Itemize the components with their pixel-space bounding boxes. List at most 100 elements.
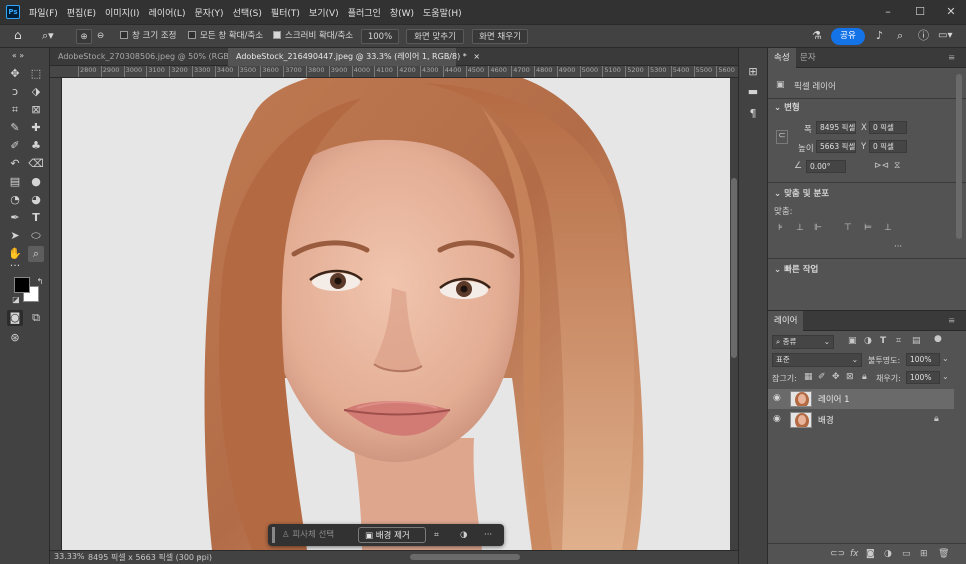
add-mask-icon[interactable]: ◙ bbox=[866, 549, 875, 559]
filter-shape-icon[interactable]: ⌗ bbox=[896, 336, 901, 346]
menu-help[interactable]: 도움말(H) bbox=[423, 6, 462, 19]
clone-stamp-tool-icon[interactable]: ♣ bbox=[28, 138, 44, 154]
align-section-toggle[interactable]: ⌄ 맞춤 및 분포 bbox=[774, 187, 829, 199]
adjustment-icon[interactable]: ◑ bbox=[460, 527, 467, 543]
comments-panel-icon[interactable]: ▬ bbox=[745, 84, 761, 100]
tab-document-1[interactable]: AdobeStock_270308506.jpeg @ 50% (RGB/8) … bbox=[50, 48, 253, 66]
collapse-toolbar-icon[interactable]: « » bbox=[10, 48, 26, 64]
status-menu-arrow[interactable]: › bbox=[198, 552, 201, 561]
filter-smart-object-icon[interactable]: ▤ bbox=[912, 336, 921, 346]
zoom-tool-icon[interactable]: ⌕ bbox=[28, 246, 44, 262]
search-icon[interactable]: ⌕ bbox=[897, 28, 903, 43]
lock-image-icon[interactable]: ✐ bbox=[818, 372, 826, 382]
height-field[interactable]: 5663 픽셀 bbox=[816, 140, 856, 153]
close-button[interactable]: ✕ bbox=[942, 3, 960, 21]
help-icon[interactable]: ⓘ bbox=[918, 28, 929, 43]
lock-artboard-icon[interactable]: ⊠ bbox=[846, 372, 854, 382]
type-tool-icon[interactable]: T bbox=[28, 210, 44, 226]
align-top-icon[interactable]: ⊤ bbox=[844, 223, 852, 233]
lock-transparent-icon[interactable]: ▦ bbox=[804, 372, 813, 382]
menu-image[interactable]: 이미지(I) bbox=[105, 6, 140, 19]
filter-adjustment-icon[interactable]: ◑ bbox=[864, 336, 872, 346]
align-bottom-icon[interactable]: ⊥ bbox=[884, 223, 892, 233]
layer-name[interactable]: 레이어 1 bbox=[818, 393, 850, 405]
vertical-scrollbar-thumb[interactable] bbox=[731, 178, 737, 358]
align-left-icon[interactable]: ⊧ bbox=[778, 223, 783, 233]
zoom-level[interactable]: 33.33% bbox=[54, 552, 85, 561]
flask-icon[interactable]: ⚗ bbox=[812, 28, 822, 43]
opacity-field[interactable]: 100% bbox=[906, 353, 940, 366]
align-right-icon[interactable]: ⊩ bbox=[814, 223, 822, 233]
maximize-button[interactable]: ☐ bbox=[911, 3, 929, 21]
eye-icon[interactable]: ◉ bbox=[773, 414, 781, 424]
workspace-icon[interactable]: ▭▾ bbox=[938, 28, 952, 43]
filter-type-icon[interactable]: T bbox=[880, 336, 886, 346]
path-selection-tool-icon[interactable]: ➤ bbox=[7, 228, 23, 244]
close-icon[interactable]: × bbox=[473, 52, 480, 61]
move-tool-icon[interactable]: ✥ bbox=[7, 66, 23, 82]
select-subject-button[interactable]: ♙ 피사체 선택 bbox=[282, 527, 334, 543]
more-align-options[interactable]: ··· bbox=[894, 242, 902, 252]
edit-toolbar-icon[interactable]: ··· bbox=[7, 258, 23, 274]
layer-row-background[interactable]: ◉ 배경 🔒︎ bbox=[768, 410, 954, 430]
brush-tool-icon[interactable]: ✐ bbox=[7, 138, 23, 154]
more-options-button[interactable]: ··· bbox=[484, 527, 492, 543]
menu-window[interactable]: 창(W) bbox=[390, 6, 414, 19]
swap-colors-icon[interactable]: ↰ bbox=[32, 274, 48, 290]
crop-task-icon[interactable]: ⌗ bbox=[434, 527, 439, 543]
flip-vertical-icon[interactable]: ⧖ bbox=[894, 161, 900, 171]
layer-row-layer-1[interactable]: ◉ 레이어 1 bbox=[768, 389, 954, 409]
crop-tool-icon[interactable]: ⌗ bbox=[7, 102, 23, 118]
zoom-all-windows-checkbox[interactable]: 모든 창 확대/축소 bbox=[188, 29, 263, 44]
panel-menu-icon[interactable]: ≡ bbox=[948, 48, 955, 68]
new-layer-icon[interactable]: ⊞ bbox=[920, 549, 928, 559]
fill-field[interactable]: 100% bbox=[906, 371, 940, 384]
horizontal-ruler[interactable]: 2800 2900 3000 3100 3200 3300 3400 3500 3600 3700… bbox=[50, 66, 738, 78]
chevron-down-icon[interactable]: ⌄ bbox=[942, 372, 949, 381]
menu-view[interactable]: 보기(V) bbox=[309, 6, 339, 19]
home-icon[interactable]: ⌂ bbox=[14, 28, 22, 43]
new-adjustment-icon[interactable]: ◑ bbox=[884, 549, 892, 559]
zoom-tool-preset-icon[interactable]: ⌕▾ bbox=[42, 28, 54, 43]
transform-section-toggle[interactable]: ⌄ 변형 bbox=[774, 101, 800, 113]
tab-character[interactable]: 문자 bbox=[794, 48, 822, 68]
paragraph-panel-icon[interactable]: ¶ bbox=[745, 106, 761, 122]
ellipse-tool-icon[interactable]: ⬭ bbox=[28, 228, 44, 244]
menu-edit[interactable]: 편집(E) bbox=[67, 6, 96, 19]
lasso-tool-icon[interactable]: ↄ bbox=[7, 84, 23, 100]
vertical-ruler[interactable] bbox=[50, 78, 62, 550]
gradient-tool-icon[interactable]: ▤ bbox=[7, 174, 23, 190]
menu-select[interactable]: 선택(S) bbox=[233, 6, 262, 19]
bell-icon[interactable]: ♪ bbox=[876, 28, 883, 43]
content-credentials-icon[interactable]: ⊛ bbox=[7, 330, 23, 346]
quick-actions-toggle[interactable]: ⌄ 빠른 작업 bbox=[774, 263, 818, 275]
tab-document-2[interactable]: AdobeStock_216490447.jpeg @ 33.3% (레이어 1… bbox=[228, 48, 480, 66]
remove-background-button[interactable]: ▣ 배경 제거 bbox=[358, 527, 426, 543]
dodge-tool-icon[interactable]: ◔ bbox=[7, 192, 23, 208]
link-layers-icon[interactable]: ⊂⊃ bbox=[830, 549, 845, 559]
menu-file[interactable]: 파일(F) bbox=[29, 6, 58, 19]
x-field[interactable]: 0 픽셀 bbox=[869, 121, 907, 134]
link-icon[interactable]: ⊂ bbox=[776, 130, 788, 144]
task-bar-handle[interactable] bbox=[272, 527, 275, 543]
tab-layers[interactable]: 레이어 bbox=[768, 311, 804, 331]
object-selection-tool-icon[interactable]: ⬗ bbox=[28, 84, 44, 100]
fill-screen-button[interactable]: 화면 채우기 bbox=[472, 29, 528, 44]
width-field[interactable]: 8495 픽셀 bbox=[816, 121, 856, 134]
properties-scrollbar-thumb[interactable] bbox=[956, 74, 962, 239]
filter-pixel-icon[interactable]: ▣ bbox=[848, 336, 857, 346]
tab-properties[interactable]: 속성 bbox=[768, 48, 796, 68]
pen-tool-icon[interactable]: ✒ bbox=[7, 210, 23, 226]
share-button[interactable]: 공유 bbox=[831, 28, 865, 45]
marquee-tool-icon[interactable]: ⬚ bbox=[28, 66, 44, 82]
panel-menu-icon[interactable]: ≡ bbox=[948, 311, 955, 331]
healing-brush-tool-icon[interactable]: ✚ bbox=[28, 120, 44, 136]
screen-mode-icon[interactable]: ⧉ bbox=[28, 310, 44, 326]
delete-layer-icon[interactable]: 🗑︎ bbox=[938, 549, 949, 559]
minimize-button[interactable]: – bbox=[879, 3, 897, 21]
filter-toggle-icon[interactable]: ● bbox=[934, 334, 942, 344]
lock-all-icon[interactable]: 🔒︎ bbox=[862, 372, 867, 382]
eraser-tool-icon[interactable]: ⌫ bbox=[28, 156, 44, 172]
menu-type[interactable]: 문자(Y) bbox=[194, 6, 223, 19]
zoom-in-icon[interactable]: ⊕ bbox=[76, 29, 92, 44]
